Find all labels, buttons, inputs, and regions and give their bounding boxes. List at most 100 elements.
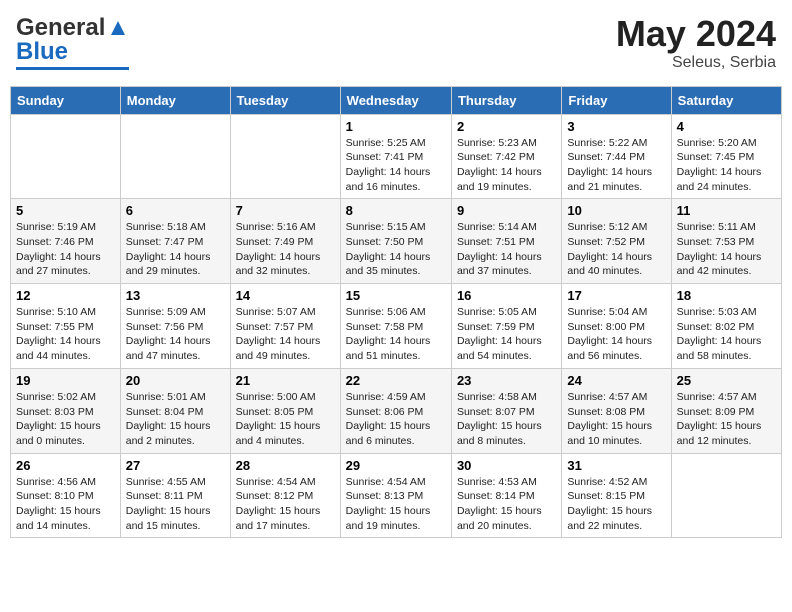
calendar-cell: 11Sunrise: 5:11 AM Sunset: 7:53 PM Dayli… bbox=[671, 199, 781, 284]
cell-info: Sunrise: 5:04 AM Sunset: 8:00 PM Dayligh… bbox=[567, 305, 665, 364]
cell-info: Sunrise: 5:25 AM Sunset: 7:41 PM Dayligh… bbox=[346, 136, 446, 195]
day-number: 14 bbox=[236, 288, 335, 303]
calendar-cell: 16Sunrise: 5:05 AM Sunset: 7:59 PM Dayli… bbox=[451, 284, 561, 369]
calendar-week-row: 1 Sunrise: 5:25 AM Sunset: 7:41 PM Daylig… bbox=[11, 114, 782, 199]
cell-info: Sunrise: 5:09 AM Sunset: 7:56 PM Dayligh… bbox=[126, 305, 225, 364]
day-number: 26 bbox=[16, 458, 115, 473]
calendar-cell: 8Sunrise: 5:15 AM Sunset: 7:50 PM Daylig… bbox=[340, 199, 451, 284]
calendar-cell: 25 Sunrise: 4:57 AM Sunset: 8:09 PM Dayli… bbox=[671, 368, 781, 453]
day-number: 29 bbox=[346, 458, 446, 473]
calendar-cell: 12 Sunrise: 5:10 AM Sunset: 7:55 PM Dayli… bbox=[11, 284, 121, 369]
day-number: 5 bbox=[16, 203, 115, 218]
day-number: 1 bbox=[346, 119, 446, 134]
day-number: 22 bbox=[346, 373, 446, 388]
day-number: 6 bbox=[126, 203, 225, 218]
calendar-cell: 30 Sunrise: 4:53 AM Sunset: 8:14 PM Dayli… bbox=[451, 453, 561, 538]
calendar-cell: 31Sunrise: 4:52 AM Sunset: 8:15 PM Dayli… bbox=[562, 453, 671, 538]
cell-info: Sunrise: 4:56 AM Sunset: 8:10 PM Dayligh… bbox=[16, 475, 115, 534]
day-number: 12 bbox=[16, 288, 115, 303]
day-number: 7 bbox=[236, 203, 335, 218]
day-number: 4 bbox=[677, 119, 776, 134]
col-header-monday: Monday bbox=[120, 86, 230, 114]
calendar-cell bbox=[11, 114, 121, 199]
logo: General Blue bbox=[16, 14, 129, 70]
calendar-cell: 27Sunrise: 4:55 AM Sunset: 8:11 PM Dayli… bbox=[120, 453, 230, 538]
calendar-week-row: 5 Sunrise: 5:19 AM Sunset: 7:46 PM Daylig… bbox=[11, 199, 782, 284]
calendar-cell: 6 Sunrise: 5:18 AM Sunset: 7:47 PM Daylig… bbox=[120, 199, 230, 284]
calendar-cell: 15Sunrise: 5:06 AM Sunset: 7:58 PM Dayli… bbox=[340, 284, 451, 369]
calendar-cell: 22 Sunrise: 4:59 AM Sunset: 8:06 PM Dayli… bbox=[340, 368, 451, 453]
cell-info: Sunrise: 4:54 AM Sunset: 8:12 PM Dayligh… bbox=[236, 475, 335, 534]
page-header: General Blue May 2024 Seleus, Serbia bbox=[10, 10, 782, 76]
month-year: May 2024 bbox=[616, 14, 776, 54]
day-number: 20 bbox=[126, 373, 225, 388]
day-number: 10 bbox=[567, 203, 665, 218]
cell-info: Sunrise: 5:23 AM Sunset: 7:42 PM Dayligh… bbox=[457, 136, 556, 195]
calendar-cell: 20 Sunrise: 5:01 AM Sunset: 8:04 PM Dayli… bbox=[120, 368, 230, 453]
calendar-table: SundayMondayTuesdayWednesdayThursdayFrid… bbox=[10, 86, 782, 539]
cell-info: Sunrise: 5:10 AM Sunset: 7:55 PM Dayligh… bbox=[16, 305, 115, 364]
calendar-cell bbox=[671, 453, 781, 538]
cell-info: Sunrise: 5:18 AM Sunset: 7:47 PM Dayligh… bbox=[126, 220, 225, 279]
cell-info: Sunrise: 5:06 AM Sunset: 7:58 PM Dayligh… bbox=[346, 305, 446, 364]
cell-info: Sunrise: 4:57 AM Sunset: 8:09 PM Dayligh… bbox=[677, 390, 776, 449]
day-number: 23 bbox=[457, 373, 556, 388]
cell-info: Sunrise: 5:07 AM Sunset: 7:57 PM Dayligh… bbox=[236, 305, 335, 364]
cell-info: Sunrise: 4:58 AM Sunset: 8:07 PM Dayligh… bbox=[457, 390, 556, 449]
cell-info: Sunrise: 4:59 AM Sunset: 8:06 PM Dayligh… bbox=[346, 390, 446, 449]
day-number: 25 bbox=[677, 373, 776, 388]
calendar-cell: 26 Sunrise: 4:56 AM Sunset: 8:10 PM Dayli… bbox=[11, 453, 121, 538]
day-number: 3 bbox=[567, 119, 665, 134]
col-header-saturday: Saturday bbox=[671, 86, 781, 114]
cell-info: Sunrise: 5:01 AM Sunset: 8:04 PM Dayligh… bbox=[126, 390, 225, 449]
calendar-cell: 5 Sunrise: 5:19 AM Sunset: 7:46 PM Daylig… bbox=[11, 199, 121, 284]
calendar-cell: 4 Sunrise: 5:20 AM Sunset: 7:45 PM Daylig… bbox=[671, 114, 781, 199]
day-number: 19 bbox=[16, 373, 115, 388]
calendar-cell: 7 Sunrise: 5:16 AM Sunset: 7:49 PM Daylig… bbox=[230, 199, 340, 284]
calendar-cell bbox=[120, 114, 230, 199]
calendar-cell: 21Sunrise: 5:00 AM Sunset: 8:05 PM Dayli… bbox=[230, 368, 340, 453]
day-number: 18 bbox=[677, 288, 776, 303]
calendar-cell bbox=[230, 114, 340, 199]
col-header-thursday: Thursday bbox=[451, 86, 561, 114]
day-number: 8 bbox=[346, 203, 446, 218]
cell-info: Sunrise: 5:16 AM Sunset: 7:49 PM Dayligh… bbox=[236, 220, 335, 279]
logo-underline bbox=[16, 67, 129, 70]
day-number: 2 bbox=[457, 119, 556, 134]
logo-icon bbox=[107, 17, 129, 39]
cell-info: Sunrise: 5:20 AM Sunset: 7:45 PM Dayligh… bbox=[677, 136, 776, 195]
day-number: 9 bbox=[457, 203, 556, 218]
day-number: 31 bbox=[567, 458, 665, 473]
day-number: 30 bbox=[457, 458, 556, 473]
calendar-cell: 23 Sunrise: 4:58 AM Sunset: 8:07 PM Dayli… bbox=[451, 368, 561, 453]
cell-info: Sunrise: 5:05 AM Sunset: 7:59 PM Dayligh… bbox=[457, 305, 556, 364]
day-number: 13 bbox=[126, 288, 225, 303]
day-number: 27 bbox=[126, 458, 225, 473]
calendar-cell: 2 Sunrise: 5:23 AM Sunset: 7:42 PM Daylig… bbox=[451, 114, 561, 199]
day-number: 28 bbox=[236, 458, 335, 473]
col-header-sunday: Sunday bbox=[11, 86, 121, 114]
calendar-week-row: 19Sunrise: 5:02 AM Sunset: 8:03 PM Dayli… bbox=[11, 368, 782, 453]
cell-info: Sunrise: 5:22 AM Sunset: 7:44 PM Dayligh… bbox=[567, 136, 665, 195]
day-number: 17 bbox=[567, 288, 665, 303]
calendar-cell: 17 Sunrise: 5:04 AM Sunset: 8:00 PM Dayli… bbox=[562, 284, 671, 369]
calendar-cell: 14 Sunrise: 5:07 AM Sunset: 7:57 PM Dayli… bbox=[230, 284, 340, 369]
calendar-cell: 9Sunrise: 5:14 AM Sunset: 7:51 PM Daylig… bbox=[451, 199, 561, 284]
cell-info: Sunrise: 5:03 AM Sunset: 8:02 PM Dayligh… bbox=[677, 305, 776, 364]
calendar-week-row: 26 Sunrise: 4:56 AM Sunset: 8:10 PM Dayli… bbox=[11, 453, 782, 538]
calendar-cell: 1 Sunrise: 5:25 AM Sunset: 7:41 PM Daylig… bbox=[340, 114, 451, 199]
calendar-cell: 18 Sunrise: 5:03 AM Sunset: 8:02 PM Dayli… bbox=[671, 284, 781, 369]
logo-blue: Blue bbox=[16, 38, 68, 66]
cell-info: Sunrise: 5:19 AM Sunset: 7:46 PM Dayligh… bbox=[16, 220, 115, 279]
calendar-cell: 29 Sunrise: 4:54 AM Sunset: 8:13 PM Dayli… bbox=[340, 453, 451, 538]
cell-info: Sunrise: 4:57 AM Sunset: 8:08 PM Dayligh… bbox=[567, 390, 665, 449]
cell-info: Sunrise: 4:53 AM Sunset: 8:14 PM Dayligh… bbox=[457, 475, 556, 534]
title-block: May 2024 Seleus, Serbia bbox=[616, 14, 776, 72]
cell-info: Sunrise: 5:11 AM Sunset: 7:53 PM Dayligh… bbox=[677, 220, 776, 279]
col-header-friday: Friday bbox=[562, 86, 671, 114]
day-number: 24 bbox=[567, 373, 665, 388]
location: Seleus, Serbia bbox=[616, 54, 776, 72]
calendar-cell: 28 Sunrise: 4:54 AM Sunset: 8:12 PM Dayli… bbox=[230, 453, 340, 538]
cell-info: Sunrise: 4:54 AM Sunset: 8:13 PM Dayligh… bbox=[346, 475, 446, 534]
col-header-wednesday: Wednesday bbox=[340, 86, 451, 114]
